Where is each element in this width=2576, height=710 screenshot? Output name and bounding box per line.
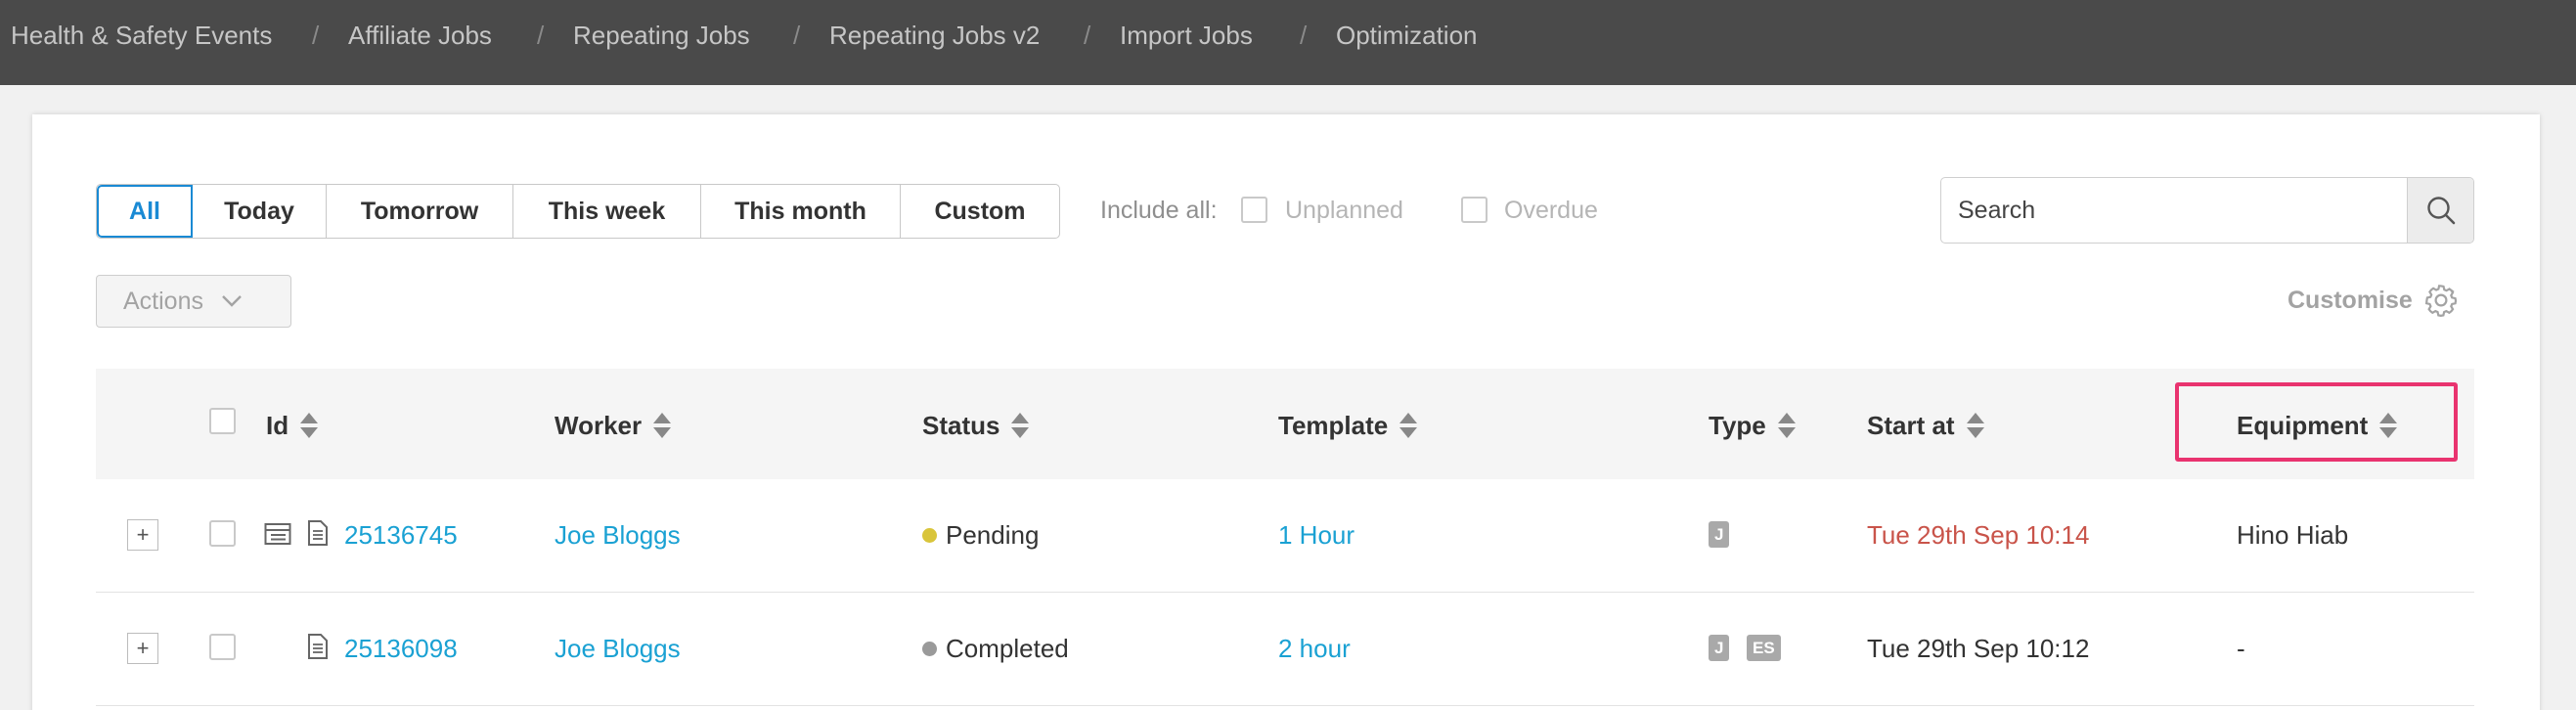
type-badge: ES xyxy=(1747,635,1781,661)
worker-link[interactable]: Joe Bloggs xyxy=(555,632,681,665)
sort-icon xyxy=(1399,413,1418,438)
tab-all[interactable]: All xyxy=(97,185,193,238)
tab-this-month[interactable]: This month xyxy=(701,185,901,238)
template-link[interactable]: 2 hour xyxy=(1278,632,1351,665)
column-header-status[interactable]: Status xyxy=(922,409,1030,442)
nav-separator: / xyxy=(537,21,545,50)
worker-link[interactable]: Joe Bloggs xyxy=(555,518,681,552)
column-header-id[interactable]: Id xyxy=(266,409,319,442)
document-icon[interactable] xyxy=(307,519,329,547)
nav-item-optimization[interactable]: Optimization xyxy=(1336,19,1478,52)
unplanned-label: Unplanned xyxy=(1285,197,1403,224)
column-header-type[interactable]: Type xyxy=(1709,409,1796,442)
column-label: Start at xyxy=(1867,410,1955,440)
nav-separator: / xyxy=(1084,21,1091,50)
sort-icon xyxy=(1777,413,1796,438)
overdue-label: Overdue xyxy=(1504,197,1598,224)
status-cell: Pending xyxy=(922,518,1039,552)
tab-tomorrow[interactable]: Tomorrow xyxy=(327,185,513,238)
tab-custom[interactable]: Custom xyxy=(901,185,1059,238)
nav-item-repeating-jobs-v2[interactable]: Repeating Jobs v2 xyxy=(829,19,1040,52)
template-link[interactable]: 1 Hour xyxy=(1278,518,1355,552)
equipment-cell: Hino Hiab xyxy=(2237,520,2349,550)
job-id-link[interactable]: 25136098 xyxy=(344,632,458,665)
nav-separator: / xyxy=(1300,21,1308,50)
expand-row-button[interactable]: + xyxy=(127,633,158,664)
chevron-down-icon xyxy=(221,294,243,308)
column-label: Type xyxy=(1709,410,1766,440)
expand-row-button[interactable]: + xyxy=(127,519,158,551)
nav-item-import-jobs[interactable]: Import Jobs xyxy=(1120,19,1253,52)
actions-dropdown[interactable]: Actions xyxy=(96,275,291,328)
column-label: Template xyxy=(1278,410,1389,440)
tab-today[interactable]: Today xyxy=(193,185,327,238)
column-header-template[interactable]: Template xyxy=(1278,409,1418,442)
tab-this-week[interactable]: This week xyxy=(513,185,701,238)
search-box xyxy=(1940,177,2474,244)
type-badge: J xyxy=(1709,635,1730,661)
start-at-cell: Tue 29th Sep 10:14 xyxy=(1867,520,2090,550)
column-label: Equipment xyxy=(2237,410,2369,440)
search-icon xyxy=(2425,195,2457,226)
nav-separator: / xyxy=(793,21,801,50)
status-label: Pending xyxy=(946,520,1040,550)
sort-icon xyxy=(300,413,319,438)
row-checkbox[interactable] xyxy=(209,520,236,547)
column-header-equipment[interactable]: Equipment xyxy=(2237,409,2398,442)
search-input[interactable] xyxy=(1941,178,2407,243)
unplanned-checkbox[interactable] xyxy=(1241,197,1267,223)
start-at-cell: Tue 29th Sep 10:12 xyxy=(1867,634,2090,663)
actions-label: Actions xyxy=(123,287,203,315)
sort-icon xyxy=(2379,413,2398,438)
customise-button[interactable]: Customise xyxy=(2287,282,2460,319)
overdue-checkbox[interactable] xyxy=(1461,197,1488,223)
sort-icon xyxy=(653,413,672,438)
column-label: Worker xyxy=(555,410,643,440)
job-id-link[interactable]: 25136745 xyxy=(344,518,458,552)
column-label: Status xyxy=(922,410,1000,440)
search-button[interactable] xyxy=(2407,178,2473,243)
column-header-worker[interactable]: Worker xyxy=(555,409,672,442)
status-dot xyxy=(922,527,937,543)
equipment-cell: - xyxy=(2237,634,2245,663)
document-icon[interactable] xyxy=(307,633,329,660)
sort-icon xyxy=(1966,413,1984,438)
include-all-label: Include all: xyxy=(1100,197,1218,224)
top-navigation: Health & Safety Events / Affiliate Jobs … xyxy=(0,0,2576,85)
status-cell: Completed xyxy=(922,632,1069,665)
list-icon[interactable] xyxy=(264,522,291,546)
sort-icon xyxy=(1011,413,1030,438)
date-filter-tabs: All Today Tomorrow This week This month … xyxy=(96,184,1060,239)
nav-item-repeating-jobs[interactable]: Repeating Jobs xyxy=(573,19,750,52)
column-label: Id xyxy=(266,410,289,440)
gear-icon xyxy=(2422,282,2460,319)
status-dot xyxy=(922,641,937,656)
select-all-checkbox[interactable] xyxy=(209,408,236,434)
nav-item-health-safety-events[interactable]: Health & Safety Events xyxy=(11,19,272,52)
customise-label: Customise xyxy=(2287,286,2413,314)
status-label: Completed xyxy=(946,634,1069,663)
column-header-start-at[interactable]: Start at xyxy=(1867,409,1984,442)
nav-separator: / xyxy=(312,21,320,50)
nav-item-affiliate-jobs[interactable]: Affiliate Jobs xyxy=(348,19,492,52)
row-checkbox[interactable] xyxy=(209,634,236,660)
type-badge: J xyxy=(1709,521,1730,548)
